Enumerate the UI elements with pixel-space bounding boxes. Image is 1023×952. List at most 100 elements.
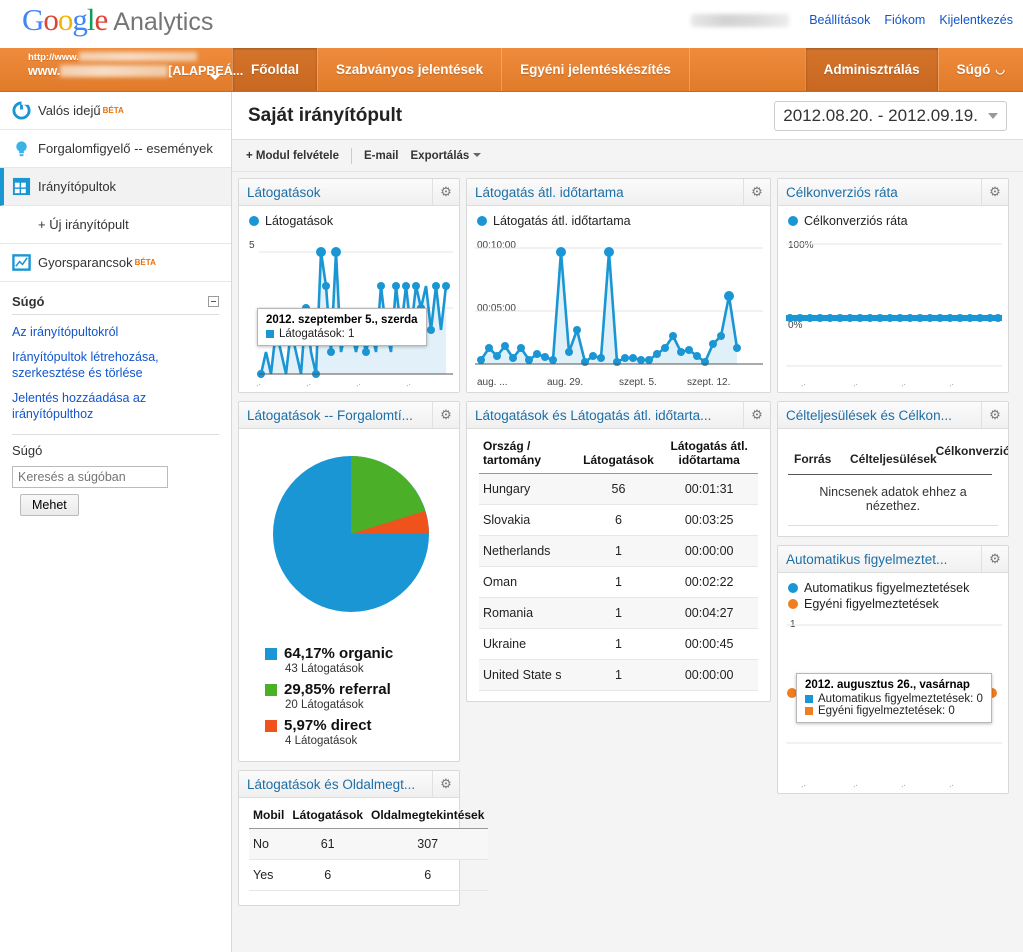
date-range-picker[interactable]: 2012.08.20. - 2012.09.19. [774, 100, 1007, 131]
widget-body: Látogatás átl. időtartama 00:10:00 00:05… [467, 206, 770, 392]
tooltip-metric-row: Látogatások: 1 [266, 328, 418, 340]
sidebar-item-intelligence-events[interactable]: Forgalomfigyelő -- események [0, 130, 231, 168]
table-header-row: Mobil Látogatások Oldalmegtekintések [249, 802, 489, 829]
widget-header: Látogatások -- Forgalomtí... ⚙ [239, 402, 459, 429]
pie-legend-top: 29,85% referral [265, 681, 451, 698]
tab-home[interactable]: Főoldal [232, 48, 317, 91]
divider [788, 474, 992, 475]
cell-country: Ukraine [479, 628, 577, 660]
column-header-goal-completions[interactable]: Célteljesülések [850, 452, 937, 466]
column-header-avg-duration[interactable]: Látogatás átl. időtartama [660, 433, 758, 474]
nav-spacer [688, 48, 805, 91]
tab-admin[interactable]: Adminisztrálás [804, 48, 938, 91]
goal-rate-chart[interactable]: 100% 0% ‥ ‥ ‥ ‥ [786, 230, 1002, 388]
tab-custom-reporting[interactable]: Egyéni jelentéskészítés [501, 48, 689, 91]
help-link-add-report[interactable]: Jelentés hozzáadása az irányítópulthoz [12, 390, 219, 422]
table-row: Yes 6 6 [249, 859, 489, 891]
table-row: Hungary 56 00:01:31 [479, 473, 758, 505]
sidebar-item-label: Gyorsparancsok [38, 255, 133, 270]
primary-nav: http://www. www. [ALAPBEÁ... Főoldal Szab… [0, 48, 1023, 92]
chart-tooltip: 2012. augusztus 26., vasárnap Automatiku… [796, 673, 992, 723]
external-link-icon: ◡ [995, 64, 1005, 76]
add-module-button[interactable]: + Modul felvétele [246, 150, 339, 162]
beta-badge: BÉTA [134, 258, 156, 267]
cell-duration: 00:00:45 [660, 628, 758, 660]
column-header-visits[interactable]: Látogatások [576, 433, 661, 474]
email-button[interactable]: E-mail [364, 150, 399, 162]
sidebar-item-new-dashboard[interactable]: + Új irányítópult [0, 206, 231, 244]
pie-legend-item: 29,85% referral 20 Látogatások [265, 681, 451, 711]
gear-icon[interactable]: ⚙ [432, 179, 459, 205]
table-row: Slovakia 6 00:03:25 [479, 504, 758, 536]
cell-country: United State s [479, 659, 577, 691]
column-header-goal-conversion-rate[interactable]: Célkonverziós ráta [934, 445, 1008, 457]
widget-title: Látogatások és Látogatás átl. időtarta..… [475, 407, 712, 423]
widget-mobile-table: Látogatások és Oldalmegt... ⚙ Mobil Láto… [238, 770, 489, 906]
widget-goal-conversion-rate: Célkonverziós ráta ⚙ Célkonverziós ráta … [777, 178, 1009, 393]
chart-legend: Látogatások [249, 214, 451, 228]
account-links: Beállítások Fiókom Kijelentkezés [691, 13, 1013, 27]
pie-legend-label: 29,85% referral [284, 681, 391, 698]
link-sign-out[interactable]: Kijelentkezés [939, 13, 1013, 27]
gear-icon[interactable]: ⚙ [981, 179, 1008, 205]
table-row: Ukraine 1 00:00:45 [479, 628, 758, 660]
chart-legend-auto: Automatikus figyelmeztetések [788, 581, 1000, 595]
account-picker[interactable]: http://www. www. [ALAPBEÁ... [0, 48, 243, 91]
google-analytics-logo: Google Analytics [22, 2, 214, 37]
cell-pageviews: 307 [367, 828, 489, 860]
legend-color-swatch [265, 719, 277, 732]
realtime-icon [12, 101, 38, 120]
pie-chart[interactable] [249, 441, 449, 639]
sidebar-item-label: Irányítópultok [38, 179, 117, 194]
visits-chart[interactable]: 5 ‥ ‥ ‥ ‥ 2012. szeptember 5., szerda Lá… [247, 230, 453, 388]
chevron-down-icon[interactable] [210, 75, 220, 80]
help-search-go-button[interactable]: Mehet [20, 494, 79, 516]
help-link-about-dashboards[interactable]: Az irányítópultokról [12, 324, 219, 340]
widget-alerts: Automatikus figyelmeztet... ⚙ Automatiku… [777, 545, 1009, 794]
column-header-visits[interactable]: Látogatások [288, 802, 368, 829]
sidebar-item-realtime[interactable]: Valós idejű BÉTA [0, 92, 231, 130]
cell-visits: 6 [288, 859, 368, 891]
column-header-pageviews[interactable]: Oldalmegtekintések [367, 802, 489, 829]
help-search-input[interactable] [12, 466, 168, 488]
cell-duration: 00:00:00 [660, 659, 758, 691]
divider [12, 434, 219, 435]
gear-icon[interactable]: ⚙ [981, 546, 1008, 572]
account-url: http://www. [28, 52, 222, 64]
gear-icon[interactable]: ⚙ [432, 402, 459, 428]
link-my-account[interactable]: Fiókom [884, 13, 925, 27]
cell-visits: 61 [288, 828, 368, 860]
tab-help[interactable]: Súgó ◡ [937, 48, 1023, 91]
legend-label: Célkonverziós ráta [804, 214, 908, 228]
column-header-country[interactable]: Ország / tartomány [479, 433, 577, 474]
pie-legend-top: 64,17% organic [265, 645, 451, 662]
cell-visits: 56 [576, 473, 661, 505]
tooltip-date: 2012. szeptember 5., szerda [266, 314, 418, 326]
data-table: Mobil Látogatások Oldalmegtekintések No … [249, 802, 489, 891]
legend-color-swatch [249, 216, 259, 226]
tooltip-metric-row: Egyéni figyelmeztetések: 0 [805, 705, 983, 717]
tooltip-date: 2012. augusztus 26., vasárnap [805, 679, 970, 691]
tooltip-color-swatch [266, 330, 274, 338]
column-header-mobile[interactable]: Mobil [249, 802, 289, 829]
widget-title: Célteljesülések és Célkon... [786, 407, 952, 423]
gear-icon[interactable]: ⚙ [981, 402, 1008, 428]
chevron-down-icon [473, 152, 482, 157]
legend-color-swatch [788, 599, 798, 609]
alerts-chart[interactable]: 1 [786, 613, 1002, 789]
link-settings[interactable]: Beállítások [809, 13, 870, 27]
sidebar-item-shortcuts[interactable]: Gyorsparancsok BÉTA [0, 244, 231, 282]
sidebar-item-dashboards[interactable]: Irányítópultok [0, 168, 231, 206]
column-header-source[interactable]: Forrás [794, 452, 831, 466]
export-button[interactable]: Exportálás [411, 150, 482, 162]
cell-duration: 00:04:27 [660, 597, 758, 629]
collapse-icon[interactable] [208, 296, 219, 307]
tab-standard-reports[interactable]: Szabványos jelentések [317, 48, 501, 91]
gear-icon[interactable]: ⚙ [743, 402, 770, 428]
cell-visits: 1 [576, 628, 661, 660]
gear-icon[interactable]: ⚙ [432, 771, 459, 797]
widget-avg-visit-duration: Látogatás átl. időtartama ⚙ Látogatás át… [466, 178, 771, 393]
gear-icon[interactable]: ⚙ [743, 179, 770, 205]
help-link-create-edit-delete[interactable]: Irányítópultok létrehozása, szerkesztése… [12, 349, 219, 381]
avg-duration-chart[interactable]: 00:10:00 00:05:00 aug. ... aug. 29. szep… [475, 230, 763, 388]
